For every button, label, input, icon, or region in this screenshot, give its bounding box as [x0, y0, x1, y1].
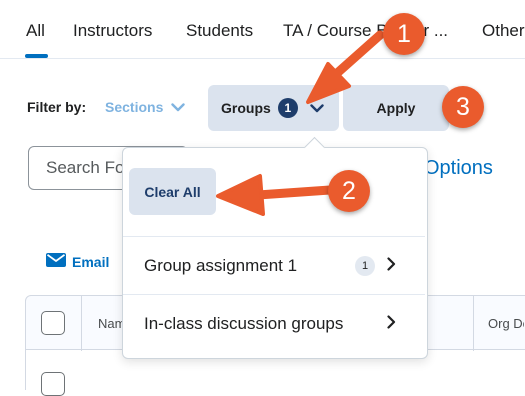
column-divider: [81, 296, 82, 351]
menu-item-label: In-class discussion groups: [144, 314, 344, 333]
groups-filter-button[interactable]: Groups 1: [208, 85, 339, 131]
sections-filter-button[interactable]: Sections: [105, 99, 186, 115]
tab-ta-course-builder[interactable]: TA / Course Builder ...: [283, 21, 461, 41]
menu-item-label: Group assignment 1: [144, 256, 298, 275]
menu-item-count-badge: 1: [355, 256, 375, 276]
active-tab-indicator: [25, 54, 48, 58]
annotation-marker-1: 1: [383, 13, 425, 55]
filter-by-label: Filter by:: [27, 99, 87, 115]
chevron-right-icon: [387, 257, 396, 271]
groups-dropdown-menu: Clear All Group assignment 1 1 In-class …: [122, 136, 428, 359]
tab-other[interactable]: Other: [482, 21, 525, 41]
sections-filter-label: Sections: [105, 99, 164, 115]
chevron-down-icon: [171, 99, 186, 115]
email-button-label: Email: [72, 253, 110, 270]
groups-count-badge: 1: [277, 98, 298, 118]
menu-item-group-assignment-1[interactable]: Group assignment 1 1: [123, 237, 425, 293]
dropdown-pointer: [303, 136, 326, 159]
tab-all[interactable]: All: [26, 21, 45, 41]
clear-all-button[interactable]: Clear All: [129, 168, 216, 215]
email-button[interactable]: Email: [46, 253, 109, 270]
column-divider: [473, 296, 474, 351]
tab-students[interactable]: Students: [186, 21, 253, 41]
search-options-link[interactable]: Options: [424, 157, 493, 180]
chevron-down-icon: [310, 103, 324, 113]
menu-item-in-class-discussion-groups[interactable]: In-class discussion groups: [123, 295, 425, 351]
apply-button-label: Apply: [376, 100, 416, 116]
apply-button[interactable]: Apply: [343, 85, 449, 131]
column-header-org-defined-id[interactable]: Org Defined ID: [488, 316, 524, 331]
row-checkbox[interactable]: [41, 372, 65, 396]
groups-filter-label: Groups: [221, 100, 271, 116]
annotation-marker-2: 2: [328, 170, 370, 212]
tab-instructors[interactable]: Instructors: [73, 21, 152, 41]
annotation-marker-3: 3: [442, 86, 484, 128]
chevron-right-icon: [387, 315, 396, 329]
clear-all-label: Clear All: [144, 183, 201, 200]
select-all-checkbox[interactable]: [41, 311, 65, 335]
envelope-icon: [46, 253, 66, 270]
role-tabs: All Instructors Students TA / Course Bui…: [0, 0, 525, 59]
